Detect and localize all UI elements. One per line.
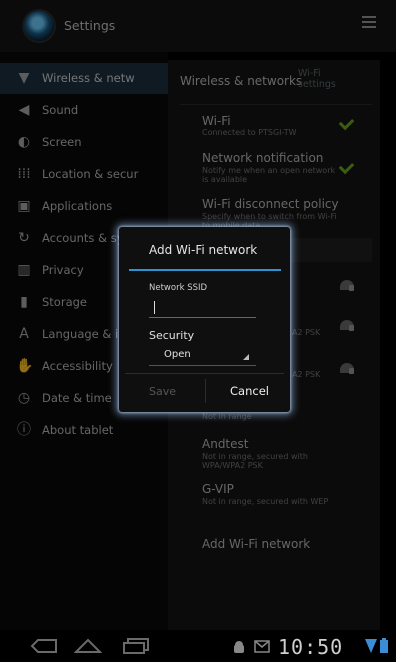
security-selected-value: Open	[164, 349, 191, 360]
text-cursor	[154, 301, 155, 314]
save-button[interactable]: Save	[125, 375, 205, 407]
cancel-button[interactable]: Cancel	[207, 375, 285, 407]
status-clock[interactable]: 10:50	[278, 635, 343, 659]
home-icon[interactable]	[74, 638, 102, 654]
email-notification-icon	[254, 640, 270, 653]
dropdown-arrow-icon	[243, 354, 249, 360]
back-icon[interactable]	[30, 638, 58, 654]
android-debug-icon	[234, 641, 244, 653]
cancel-button-label: Cancel	[230, 384, 269, 398]
system-bar: 10:50	[0, 630, 396, 662]
dialog-title-divider	[129, 269, 281, 271]
security-dropdown[interactable]: Open	[149, 345, 256, 366]
ssid-input[interactable]	[149, 299, 256, 318]
recent-apps-icon[interactable]	[122, 638, 150, 654]
ssid-label: Network SSID	[149, 283, 208, 293]
security-label: Security	[149, 329, 195, 342]
add-wifi-dialog: Add Wi-Fi network Network SSID Security …	[119, 227, 290, 412]
wifi-signal-icon	[365, 639, 377, 653]
save-button-label: Save	[149, 385, 177, 398]
battery-icon	[380, 638, 388, 653]
dialog-title: Add Wi-Fi network	[149, 243, 258, 257]
button-bar-divider	[125, 373, 284, 374]
button-separator	[205, 379, 206, 403]
